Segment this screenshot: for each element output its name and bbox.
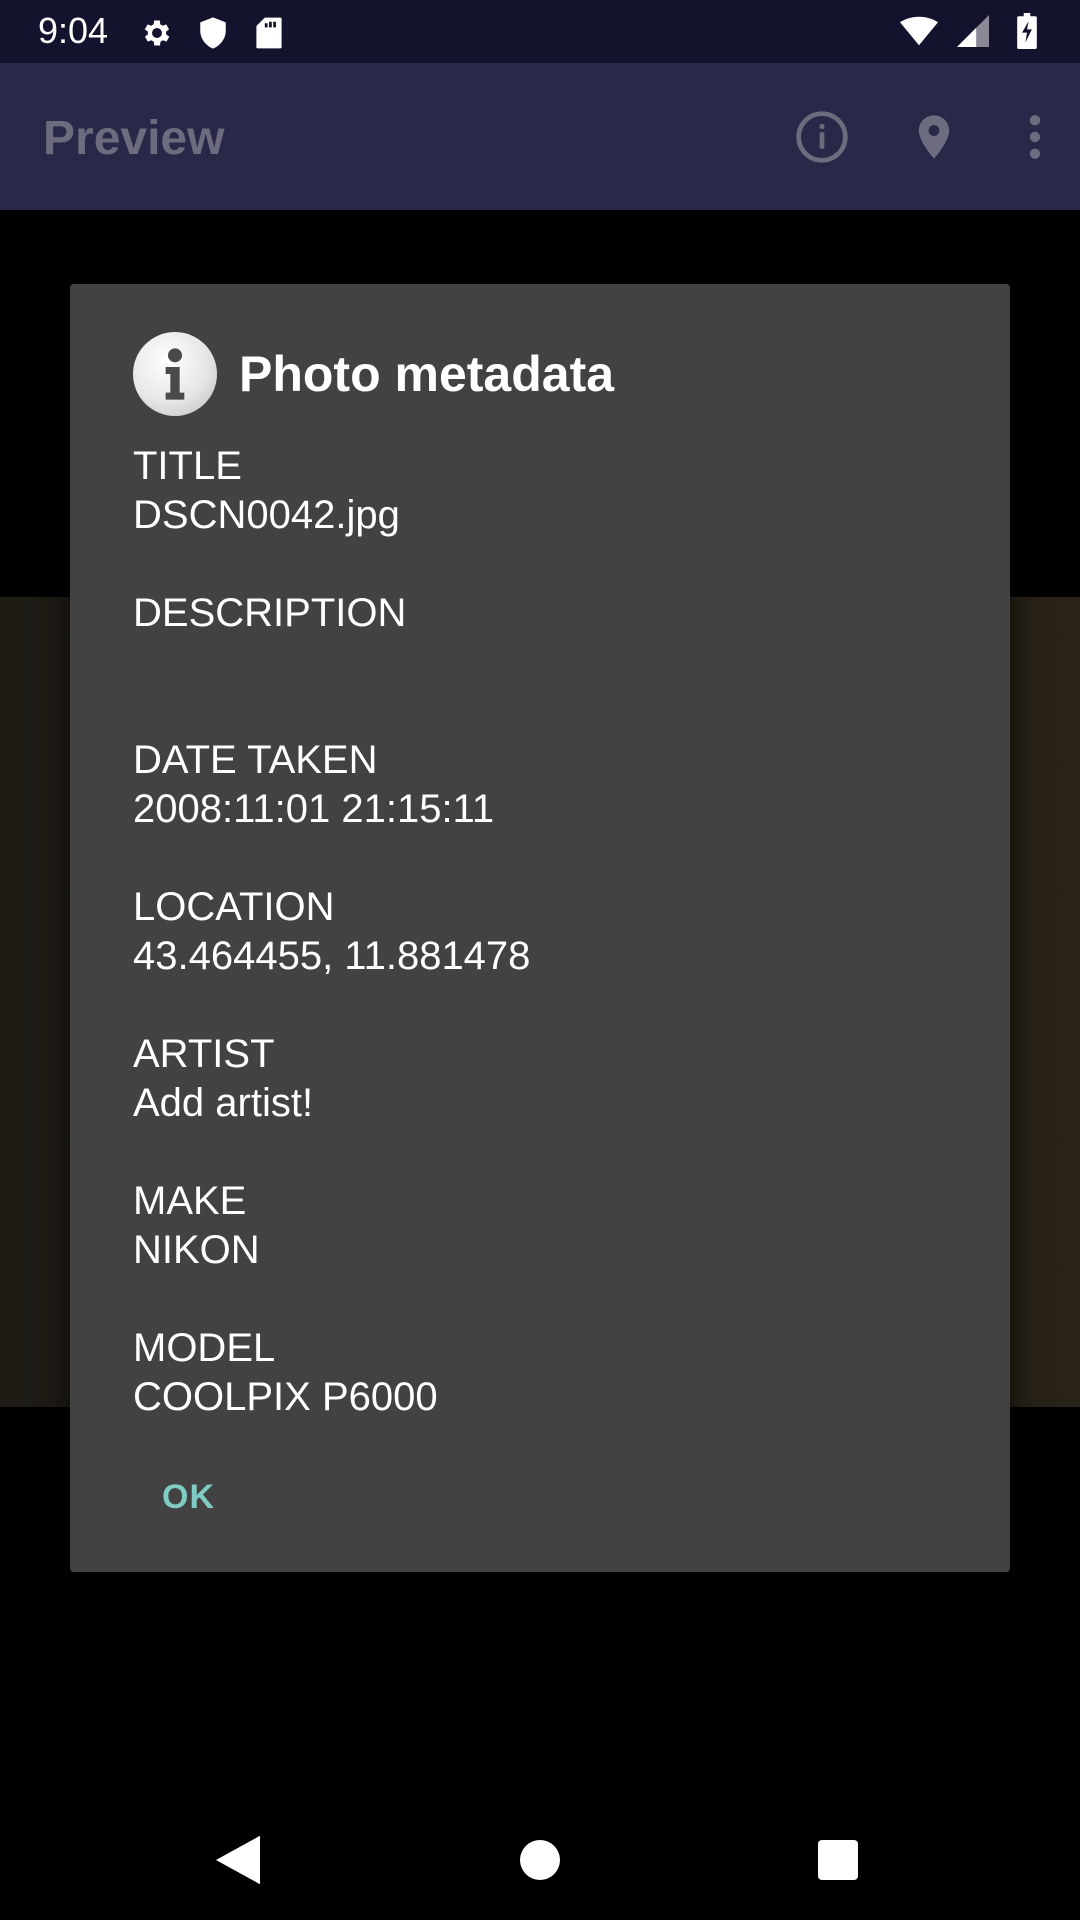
info-icon bbox=[133, 332, 217, 416]
metadata-value: Add artist! bbox=[133, 1081, 314, 1125]
metadata-value: NIKON bbox=[133, 1228, 260, 1272]
signal-icon bbox=[954, 12, 992, 50]
metadata-item-make: MAKE NIKON bbox=[133, 1177, 953, 1275]
metadata-list: TITLE DSCN0042.jpg DESCRIPTION DATE TAKE… bbox=[133, 442, 953, 1471]
home-icon[interactable] bbox=[510, 1830, 570, 1890]
metadata-value: COOLPIX P6000 bbox=[133, 1375, 438, 1419]
navigation-bar bbox=[0, 1800, 1080, 1920]
settings-icon bbox=[138, 14, 176, 52]
metadata-item-title: TITLE DSCN0042.jpg bbox=[133, 442, 953, 540]
metadata-value bbox=[133, 638, 953, 687]
metadata-label: TITLE bbox=[133, 444, 242, 488]
metadata-label: DESCRIPTION bbox=[133, 591, 407, 635]
metadata-item-date-taken: DATE TAKEN 2008:11:01 21:15:11 bbox=[133, 736, 953, 834]
metadata-label: DATE TAKEN bbox=[133, 738, 378, 782]
metadata-label: MAKE bbox=[133, 1179, 247, 1223]
dialog-header: Photo metadata bbox=[133, 332, 614, 416]
status-bar: 9:04 bbox=[0, 0, 1080, 63]
battery-icon bbox=[1008, 12, 1046, 50]
wifi-icon bbox=[900, 12, 938, 50]
more-vert-icon[interactable] bbox=[990, 81, 1080, 193]
metadata-label: LOCATION bbox=[133, 885, 335, 929]
sd-card-icon bbox=[250, 14, 288, 52]
metadata-label: ARTIST bbox=[133, 1032, 275, 1076]
metadata-item-location: LOCATION 43.464455, 11.881478 bbox=[133, 883, 953, 981]
recents-icon[interactable] bbox=[808, 1830, 868, 1890]
metadata-item-description: DESCRIPTION bbox=[133, 589, 953, 687]
metadata-item-artist: ARTIST Add artist! bbox=[133, 1030, 953, 1128]
status-time: 9:04 bbox=[38, 10, 109, 51]
info-icon[interactable] bbox=[766, 81, 878, 193]
shield-icon bbox=[194, 14, 232, 52]
metadata-value: 2008:11:01 21:15:11 bbox=[133, 787, 495, 831]
app-title: Preview bbox=[43, 112, 225, 165]
dialog-title: Photo metadata bbox=[239, 346, 615, 402]
metadata-value: DSCN0042.jpg bbox=[133, 493, 400, 537]
back-icon[interactable] bbox=[208, 1830, 268, 1890]
location-pin-icon[interactable] bbox=[878, 81, 990, 193]
metadata-value: 43.464455, 11.881478 bbox=[133, 934, 531, 978]
ok-button[interactable]: OK bbox=[162, 1470, 215, 1525]
photo-metadata-dialog: Photo metadata TITLE DSCN0042.jpg DESCRI… bbox=[70, 284, 1010, 1572]
app-bar: Preview bbox=[0, 63, 1080, 210]
metadata-label: MODEL bbox=[133, 1326, 276, 1370]
metadata-item-model: MODEL COOLPIX P6000 bbox=[133, 1324, 953, 1422]
